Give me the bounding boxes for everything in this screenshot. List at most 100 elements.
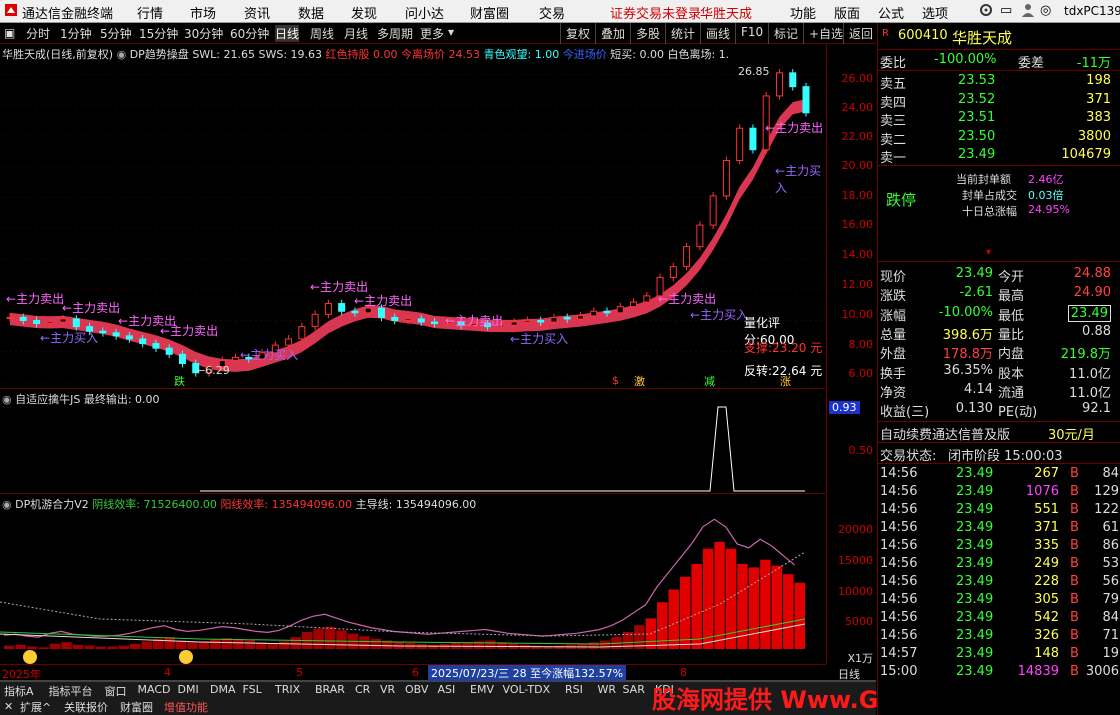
tick-row: 14:56 23.49 1076 B 129: [878, 483, 1120, 501]
indicator-tab[interactable]: RSI: [565, 683, 583, 696]
bottom-tab[interactable]: 增值功能: [164, 699, 208, 715]
indicator-tab[interactable]: 窗口: [105, 683, 127, 699]
ask-label: 卖三: [880, 114, 907, 129]
menu-item-banmian[interactable]: 版面: [834, 3, 860, 22]
period-15min[interactable]: 15分钟: [139, 25, 178, 42]
tool-f10[interactable]: F10: [735, 23, 768, 44]
ask-price: 23.50: [958, 128, 996, 144]
toolbar-icon[interactable]: ▣: [4, 26, 15, 40]
ask-row[interactable]: 卖五 23.53 198: [878, 72, 1120, 92]
indicator-pane-2[interactable]: ◉ 自适应擒牛JS 最终输出: 0.00: [0, 389, 826, 494]
indicator-tab[interactable]: 指标A: [4, 683, 34, 699]
tick-count: 84: [1102, 610, 1119, 625]
menu-item-jiaoyi[interactable]: 交易: [539, 3, 565, 22]
stat-value: 24.90: [1073, 285, 1111, 301]
menu-item-faxian[interactable]: 发现: [351, 3, 377, 22]
period-more[interactable]: 更多: [420, 25, 444, 42]
header-stock-name: 华胜天成: [700, 7, 753, 22]
indicator-tab[interactable]: DMA: [210, 683, 236, 696]
bottom-tab[interactable]: 关联报价: [64, 699, 108, 715]
stat-label: 内盘: [998, 347, 1025, 363]
indicator-tab[interactable]: TRIX: [275, 683, 300, 696]
pane2-current-value: 0.93: [829, 401, 860, 414]
candle-body: [576, 315, 584, 320]
menu-item-hangqing[interactable]: 行情: [137, 3, 163, 22]
ask-row[interactable]: 卖二 23.50 3800: [878, 128, 1120, 148]
indicator-tab[interactable]: VR: [380, 683, 395, 696]
menu-item-shichang[interactable]: 市场: [190, 3, 216, 22]
period-5min[interactable]: 5分钟: [100, 25, 132, 42]
indicator-tab[interactable]: SAR: [623, 683, 645, 696]
volume-bar: [130, 643, 141, 649]
indicator-tab[interactable]: WR: [598, 683, 617, 696]
tick-price: 23.49: [956, 484, 994, 499]
promo-text[interactable]: 自动续费通达信普及版: [880, 424, 1010, 443]
period-1min[interactable]: 1分钟: [60, 25, 92, 42]
period-daily[interactable]: 日线: [275, 25, 300, 42]
bottom-tab[interactable]: 扩展^: [20, 699, 51, 715]
indicator-tab[interactable]: FSL: [243, 683, 262, 696]
indicator-tab[interactable]: CR: [355, 683, 370, 696]
tool-diejia[interactable]: 叠加: [595, 23, 630, 44]
minimize-icon[interactable]: ▭: [1000, 3, 1012, 18]
menu-item-wenxiaoda[interactable]: 问小达: [405, 3, 444, 22]
indicator-tab[interactable]: EMV: [470, 683, 494, 696]
indicator-tab[interactable]: VOL-TDX: [503, 683, 551, 696]
period-fenshi[interactable]: 分时: [26, 25, 50, 42]
menu-item-shuju[interactable]: 数据: [298, 3, 324, 22]
indicator-tab[interactable]: OBV: [405, 683, 428, 696]
tick-time: 14:56: [880, 610, 918, 625]
kline-chart[interactable]: [0, 44, 826, 388]
signal-dollar: $: [612, 374, 619, 387]
ask-row[interactable]: 卖一 23.49 104679: [878, 146, 1120, 166]
tool-huaxian[interactable]: 画线: [700, 23, 735, 44]
menu-item-zixun[interactable]: 资讯: [244, 3, 270, 22]
settings-icon[interactable]: [978, 2, 994, 22]
indicator-tab[interactable]: 指标平台: [49, 683, 93, 699]
indicator-tab[interactable]: DMI: [178, 683, 199, 696]
pane3-chart: [0, 518, 806, 664]
tick-price: 23.49: [956, 646, 994, 661]
period-weekly[interactable]: 周线: [310, 25, 334, 42]
volume-bar: [233, 638, 244, 649]
period-multi[interactable]: 多周期: [377, 25, 413, 42]
tool-fanhui[interactable]: 返回: [843, 23, 878, 44]
ring-icon[interactable]: ◎: [1040, 3, 1051, 18]
tool-fuquan[interactable]: 复权: [560, 23, 595, 44]
login-notice[interactable]: 证券交易未登录: [610, 3, 701, 22]
volume-bar: [49, 643, 61, 649]
indicator-tab[interactable]: ASI: [438, 683, 456, 696]
promo-row[interactable]: 自动续费通达信普及版 30元/月: [878, 423, 1120, 443]
tool-duogu[interactable]: 多股: [630, 23, 665, 44]
indicator-tab[interactable]: BRAR: [315, 683, 345, 696]
menu-item-caifuquan[interactable]: 财富圈: [470, 3, 509, 22]
menu-item-gongshi[interactable]: 公式: [878, 3, 904, 22]
tool-zixuan[interactable]: +自选: [803, 23, 848, 44]
menu-item-xuanxiang[interactable]: 选项: [922, 3, 948, 22]
bottom-tab[interactable]: 财富圈: [120, 699, 153, 715]
close-icon[interactable]: ✕: [4, 700, 13, 713]
promo-price[interactable]: 30元/月: [1048, 424, 1095, 443]
volume-bar: [427, 644, 439, 649]
main-kline-pane[interactable]: 华胜天成(日线,前复权) ◉ DP趋势操盘 SWL: 21.65 SWS: 19…: [0, 44, 826, 389]
ask-row[interactable]: 卖三 23.51 383: [878, 109, 1120, 129]
ask-row[interactable]: 卖四 23.52 371: [878, 91, 1120, 111]
period-monthly[interactable]: 月线: [344, 25, 368, 42]
period-60min[interactable]: 60分钟: [230, 25, 269, 42]
indicator-pane-3[interactable]: ◉ DP机游合力V2 阴线效率: 71526400.00 阳线效率: 13549…: [0, 494, 826, 665]
stat-label: 收益(三): [880, 405, 930, 421]
signal-zhang: 涨: [780, 375, 791, 388]
collapse-chevron-icon[interactable]: ▾: [986, 247, 991, 258]
tool-biaoji[interactable]: 标记: [768, 23, 803, 44]
annot-buy-1: ←主力买入: [40, 331, 99, 345]
tool-tongji[interactable]: 统计: [665, 23, 700, 44]
ask-label: 卖四: [880, 95, 907, 111]
period-30min[interactable]: 30分钟: [184, 25, 223, 42]
indicator-tab[interactable]: MACD: [138, 683, 171, 696]
more-chevron-icon[interactable]: ▾: [448, 25, 454, 39]
menu-item-gongneng[interactable]: 功能: [790, 3, 816, 22]
user-icon[interactable]: [1020, 2, 1036, 22]
user-name[interactable]: tdxPC139: [1064, 4, 1120, 18]
x-month: 6: [412, 666, 419, 679]
annot-sell-2: ←主力卖出: [62, 301, 121, 315]
